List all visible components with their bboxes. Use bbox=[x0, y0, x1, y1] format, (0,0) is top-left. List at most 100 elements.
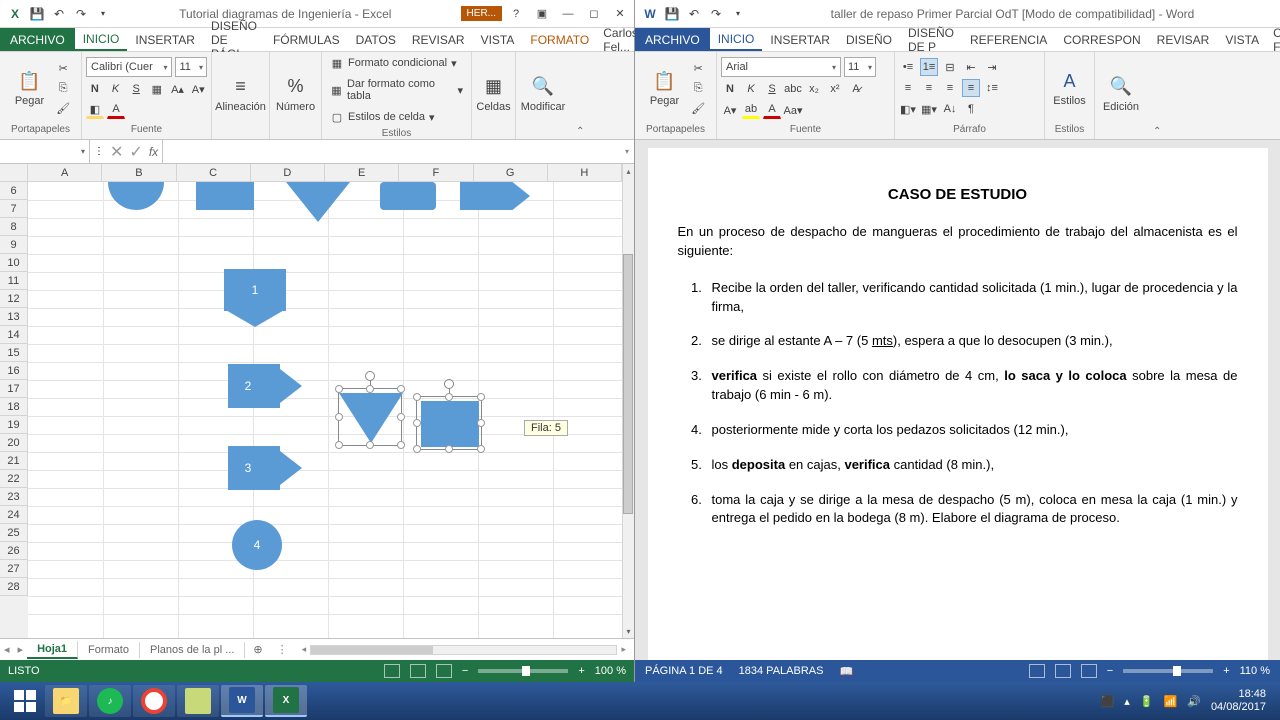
sort-button[interactable]: A↓ bbox=[941, 100, 959, 118]
selected-shape-triangle[interactable] bbox=[338, 388, 402, 446]
zoom-slider[interactable] bbox=[1123, 669, 1213, 673]
row-header[interactable]: 13 bbox=[0, 308, 28, 326]
increase-indent-icon[interactable]: ⇥ bbox=[983, 58, 1001, 76]
page-indicator[interactable]: PÁGINA 1 DE 4 bbox=[645, 665, 723, 677]
tab-data[interactable]: DATOS bbox=[348, 28, 404, 51]
hscroll-left-icon[interactable]: ◂ bbox=[302, 644, 307, 655]
accept-formula-icon[interactable]: ✓ bbox=[129, 142, 142, 162]
row-header[interactable]: 17 bbox=[0, 380, 28, 398]
save-icon[interactable]: 💾 bbox=[28, 5, 46, 23]
col-header[interactable]: C bbox=[177, 164, 251, 182]
taskbar-word-icon[interactable]: W bbox=[221, 685, 263, 717]
numbering-button[interactable]: 1≡ bbox=[920, 58, 938, 76]
drawing-tools-tab[interactable]: HER... bbox=[461, 6, 502, 21]
tray-app-icon[interactable]: ⬛ bbox=[1101, 695, 1115, 708]
tab-home[interactable]: INICIO bbox=[710, 28, 763, 51]
line-spacing-button[interactable]: ↕≡ bbox=[983, 79, 1001, 97]
row-header[interactable]: 15 bbox=[0, 344, 28, 362]
shape-rectangle[interactable] bbox=[196, 182, 254, 210]
alignment-button[interactable]: ≡Alineación bbox=[209, 71, 272, 117]
bold-button[interactable]: N bbox=[721, 80, 739, 98]
clock[interactable]: 18:48 04/08/2017 bbox=[1211, 688, 1266, 714]
tab-view[interactable]: VISTA bbox=[473, 28, 523, 51]
redo-icon[interactable]: ↷ bbox=[72, 5, 90, 23]
vertical-scrollbar[interactable]: ▴ ▾ bbox=[622, 164, 634, 638]
undo-icon[interactable]: ↶ bbox=[685, 5, 703, 23]
normal-view-icon[interactable] bbox=[384, 664, 400, 678]
volume-icon[interactable]: 🔊 bbox=[1187, 695, 1201, 708]
cancel-formula-icon[interactable]: ✕ bbox=[110, 142, 123, 162]
shape-labeled-3[interactable]: 3 bbox=[228, 446, 280, 490]
editing-button[interactable]: 🔍Edición bbox=[1097, 71, 1145, 117]
clear-format-icon[interactable]: A̷ bbox=[847, 80, 865, 98]
read-mode-icon[interactable] bbox=[1029, 664, 1045, 678]
row-header[interactable]: 6 bbox=[0, 182, 28, 200]
sheet-tab-hoja1[interactable]: Hoja1 bbox=[27, 641, 78, 659]
taskbar-excel-icon[interactable]: X bbox=[265, 685, 307, 717]
fill-color-button[interactable]: ◧ bbox=[86, 101, 104, 119]
tab-design[interactable]: DISEÑO bbox=[838, 28, 900, 51]
add-sheet-button[interactable]: ⊕ bbox=[245, 643, 270, 656]
superscript-button[interactable]: x² bbox=[826, 80, 844, 98]
tab-file[interactable]: ARCHIVO bbox=[635, 28, 710, 51]
word-count[interactable]: 1834 PALABRAS bbox=[739, 665, 824, 677]
row-header[interactable]: 10 bbox=[0, 254, 28, 272]
copy-icon[interactable]: ⎘ bbox=[54, 79, 72, 97]
formula-more-icon[interactable]: ⋮ bbox=[94, 146, 104, 157]
col-header[interactable]: B bbox=[102, 164, 176, 182]
multilevel-list-button[interactable]: ⊟ bbox=[941, 58, 959, 76]
minimize-button[interactable]: — bbox=[558, 5, 578, 23]
rotate-handle[interactable] bbox=[444, 379, 454, 389]
align-right-button[interactable]: ≡ bbox=[941, 79, 959, 97]
row-header[interactable]: 9 bbox=[0, 236, 28, 254]
underline-button[interactable]: S bbox=[763, 80, 781, 98]
tray-show-hidden-icon[interactable]: ▴ bbox=[1124, 695, 1130, 708]
ribbon-display-button[interactable]: ▣ bbox=[532, 5, 552, 23]
formula-input[interactable] bbox=[163, 140, 620, 163]
shape-triangle[interactable] bbox=[286, 182, 350, 222]
decrease-font-icon[interactable]: A▾ bbox=[189, 80, 207, 98]
rotate-handle[interactable] bbox=[365, 371, 375, 381]
cut-icon[interactable]: ✂ bbox=[54, 59, 72, 77]
row-header[interactable]: 22 bbox=[0, 470, 28, 488]
selected-shape-rect[interactable] bbox=[416, 396, 482, 450]
format-painter-icon[interactable]: 🖌 bbox=[689, 99, 707, 117]
shading-button[interactable]: ◧▾ bbox=[899, 100, 917, 118]
row-header[interactable]: 26 bbox=[0, 542, 28, 560]
row-header[interactable]: 28 bbox=[0, 578, 28, 596]
format-painter-icon[interactable]: 🖌 bbox=[54, 99, 72, 117]
tab-insert[interactable]: INSERTAR bbox=[127, 28, 203, 51]
tab-formulas[interactable]: FÓRMULAS bbox=[265, 28, 348, 51]
page-break-view-icon[interactable] bbox=[436, 664, 452, 678]
decrease-indent-icon[interactable]: ⇤ bbox=[962, 58, 980, 76]
zoom-in-button[interactable]: + bbox=[1223, 665, 1229, 677]
tab-home[interactable]: INICIO bbox=[75, 28, 128, 51]
scroll-thumb[interactable] bbox=[623, 254, 633, 514]
font-color-button[interactable]: A bbox=[763, 101, 781, 119]
row-header[interactable]: 7 bbox=[0, 200, 28, 218]
name-box[interactable]: ▾ bbox=[0, 140, 90, 163]
row-header[interactable]: 16 bbox=[0, 362, 28, 380]
collapse-ribbon-icon[interactable]: ⌃ bbox=[570, 124, 590, 139]
text-effects-button[interactable]: A▾ bbox=[721, 101, 739, 119]
row-header[interactable]: 27 bbox=[0, 560, 28, 578]
select-all-corner[interactable] bbox=[0, 164, 28, 182]
row-header[interactable]: 8 bbox=[0, 218, 28, 236]
tab-page-layout[interactable]: DISEÑO DE PÁGI bbox=[203, 28, 265, 51]
cell-styles-button[interactable]: ▢Estilos de celda ▾ bbox=[326, 108, 439, 126]
qat-more-icon[interactable]: ▾ bbox=[94, 5, 112, 23]
subscript-button[interactable]: x₂ bbox=[805, 80, 823, 98]
zoom-in-button[interactable]: + bbox=[578, 665, 584, 677]
zoom-level[interactable]: 100 % bbox=[595, 665, 626, 677]
expand-formula-icon[interactable]: ▾ bbox=[620, 140, 634, 163]
zoom-out-button[interactable]: − bbox=[462, 665, 468, 677]
spellcheck-icon[interactable]: 📖 bbox=[839, 665, 853, 678]
highlight-button[interactable]: ab bbox=[742, 101, 760, 119]
spotify-icon[interactable]: ♪ bbox=[89, 685, 131, 717]
sheet-tab-planos[interactable]: Planos de la pl ... bbox=[140, 642, 245, 658]
tab-review[interactable]: REVISAR bbox=[404, 28, 473, 51]
font-name-select[interactable]: Calibri (Cuer▾ bbox=[86, 57, 172, 77]
help-button[interactable]: ? bbox=[506, 5, 526, 23]
sticky-notes-icon[interactable] bbox=[177, 685, 219, 717]
col-header[interactable]: H bbox=[548, 164, 622, 182]
